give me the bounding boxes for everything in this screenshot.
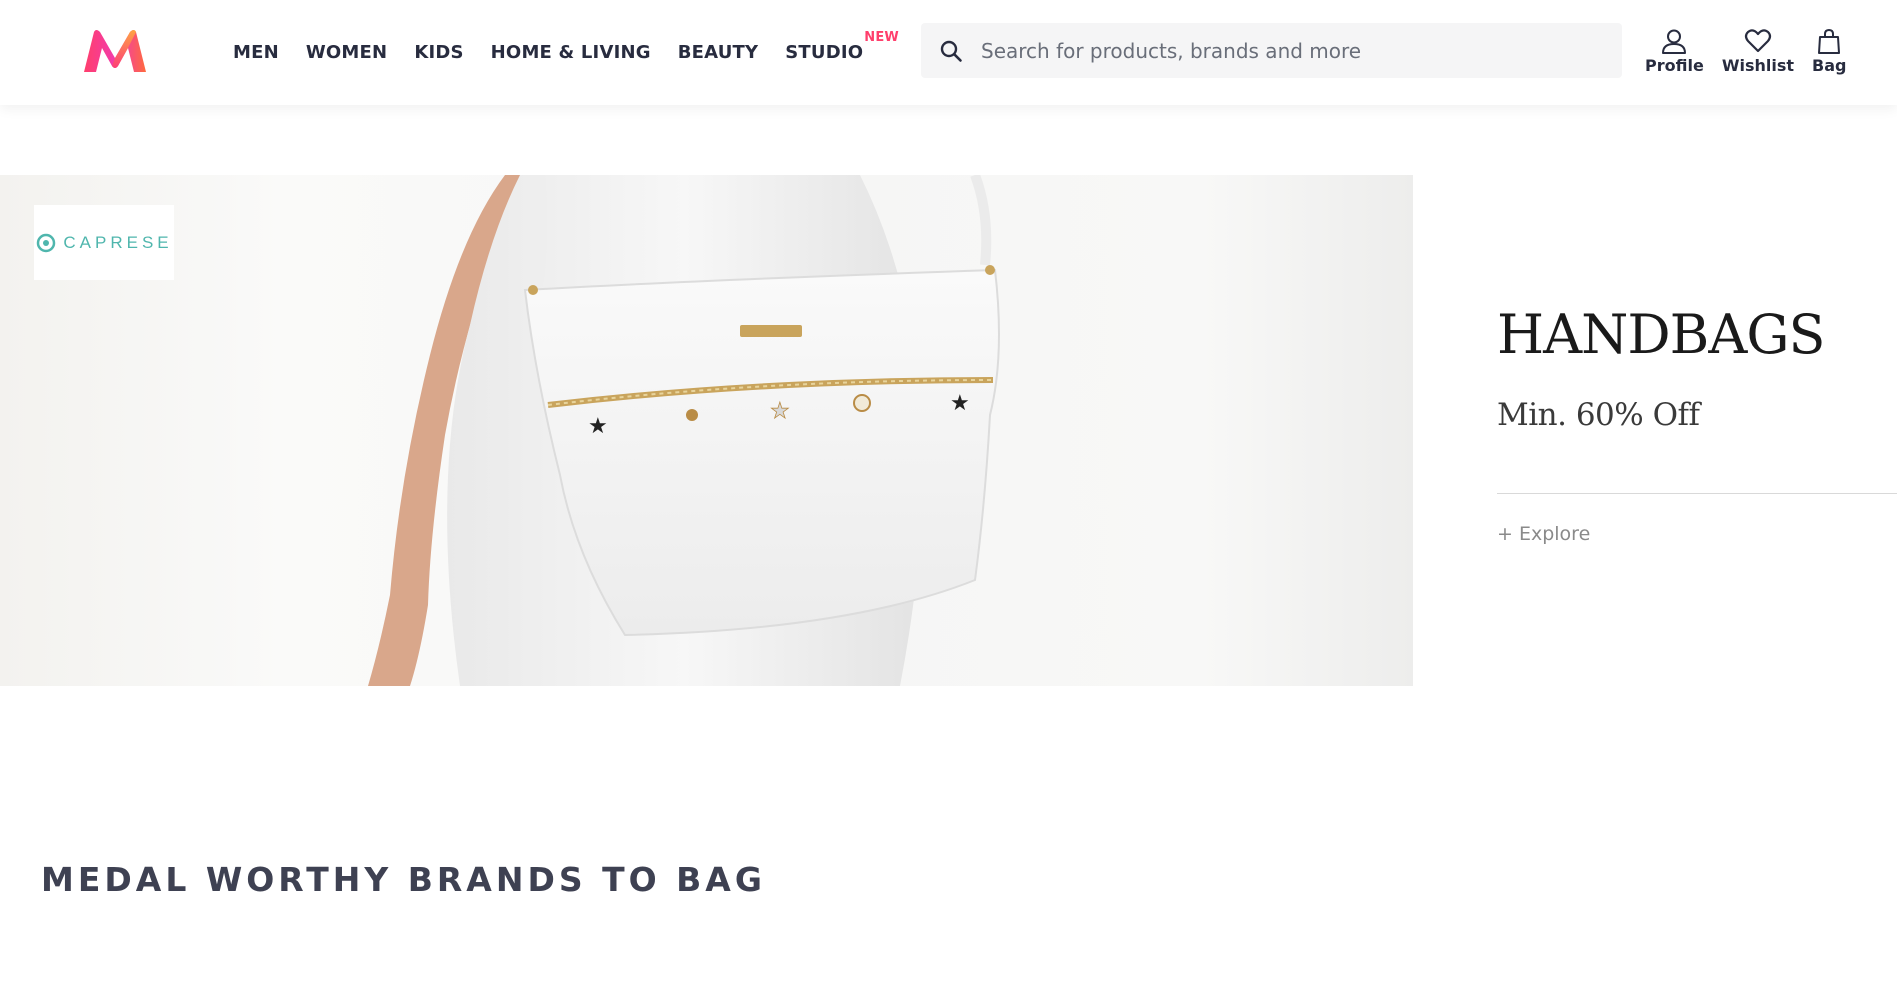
heart-icon [1744,29,1771,53]
banner-title: HANDBAGS [1497,303,1825,366]
banner-divider [1497,493,1897,494]
banner-copy: HANDBAGS Min. 60% Off + Explore [1497,175,1897,686]
profile-icon [1662,29,1687,54]
nav-item-men[interactable]: MEN [233,42,279,63]
new-badge: NEW [864,30,899,45]
nav-label: BEAUTY [677,42,759,63]
section-title: MEDAL WORTHY BRANDS TO BAG [41,860,766,899]
nav-label: KIDS [414,42,464,63]
nav-item-kids[interactable]: KIDS [414,42,463,63]
svg-text:★: ★ [588,413,608,438]
svg-text:★: ★ [770,398,790,423]
nav-label: STUDIO [785,42,864,63]
caprese-logo-icon [37,233,56,252]
nav-item-home-living[interactable]: HOME & LIVING [491,42,651,63]
profile-label: Profile [1645,56,1704,75]
header-actions: Profile Wishlist Bag [1645,28,1846,75]
nav-label: HOME & LIVING [490,42,651,63]
handbag-illustration: ★ ★ ★ [368,175,1000,686]
bag-label: Bag [1812,56,1847,75]
explore-link[interactable]: + Explore [1497,523,1590,545]
wishlist-button[interactable]: Wishlist [1722,28,1794,75]
svg-text:★: ★ [950,390,970,415]
site-header: MEN WOMEN KIDS HOME & LIVING BEAUTY STUD… [0,0,1897,105]
main-nav: MEN WOMEN KIDS HOME & LIVING BEAUTY STUD… [233,0,899,105]
profile-button[interactable]: Profile [1645,28,1704,75]
nav-label: WOMEN [305,42,388,63]
nav-item-beauty[interactable]: BEAUTY [678,42,759,63]
bag-button[interactable]: Bag [1812,28,1846,75]
bag-icon [1818,28,1841,54]
brand-logo: CAPRESE [34,205,174,280]
promo-banner[interactable]: ★ ★ ★ CAPRESE HANDBAGS Min. 60% Off + Ex… [0,175,1897,686]
nav-item-studio[interactable]: STUDIO NEW [785,30,899,63]
myntra-logo-icon[interactable] [82,28,148,74]
nav-label: MEN [233,42,279,63]
nav-item-women[interactable]: WOMEN [306,42,387,63]
brand-name: CAPRESE [63,232,173,252]
wishlist-label: Wishlist [1721,56,1794,75]
search-icon[interactable] [921,39,981,63]
search-input[interactable] [981,23,1622,78]
banner-subtitle: Min. 60% Off [1497,397,1700,433]
banner-image: ★ ★ ★ CAPRESE [0,175,1413,686]
search-bar [921,23,1622,78]
